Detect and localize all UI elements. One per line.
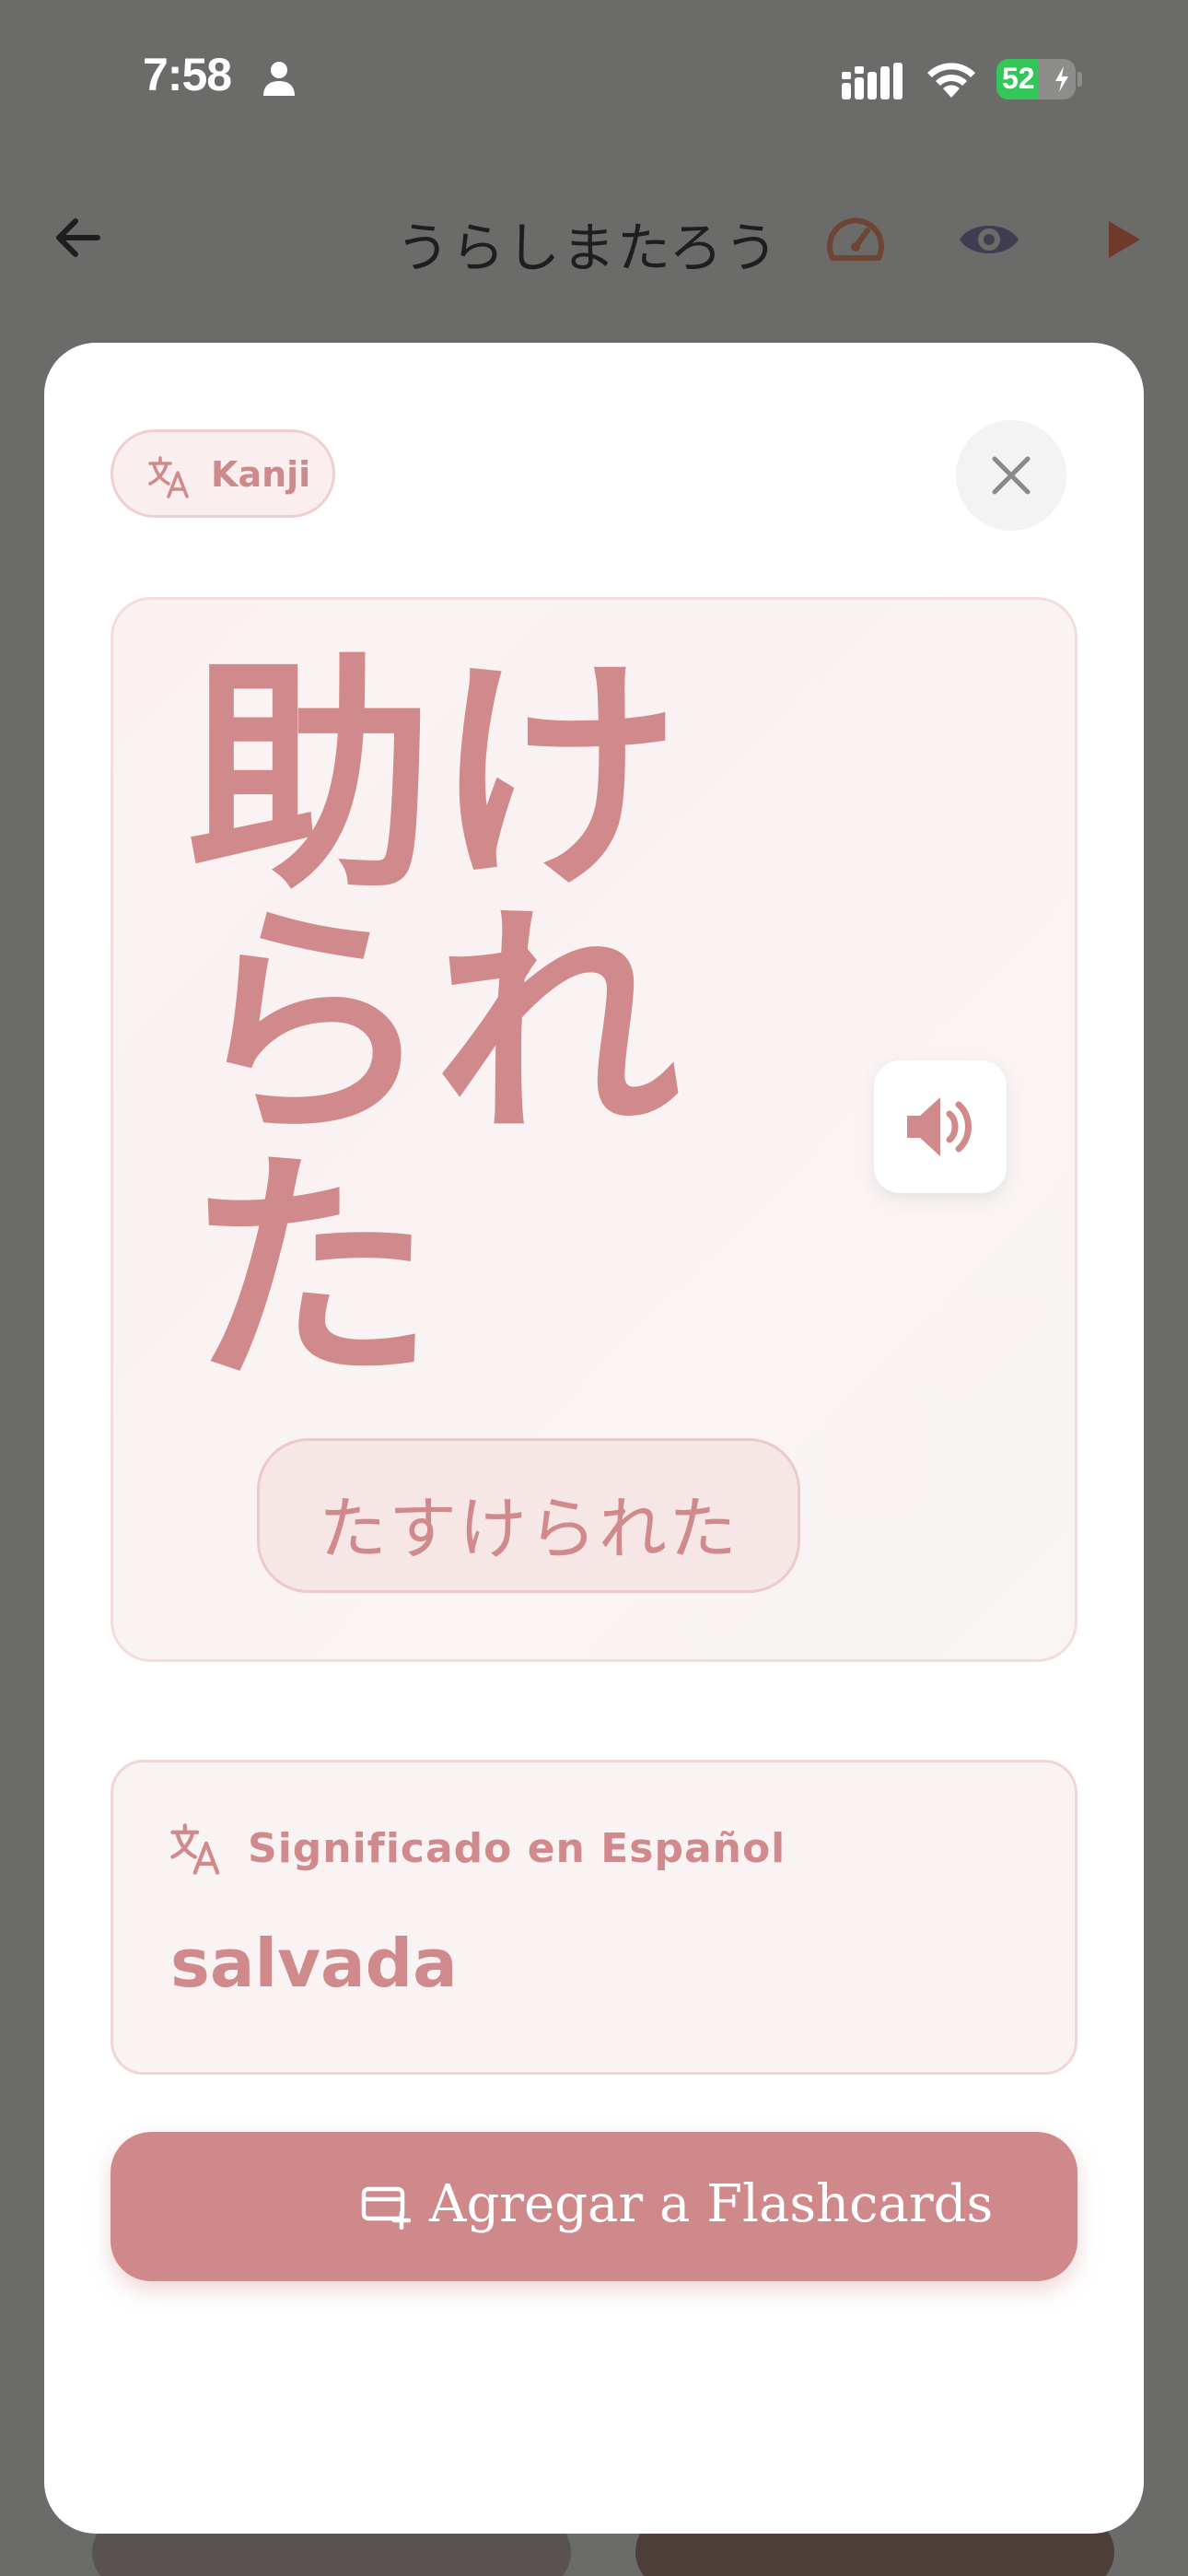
- meaning-value: salvada: [170, 1925, 458, 2002]
- translate-icon: [170, 1823, 220, 1875]
- kanji-badge: Kanji: [111, 429, 335, 518]
- card-plus-icon: [361, 2186, 411, 2230]
- back-arrow-icon[interactable]: [52, 212, 103, 263]
- close-button[interactable]: [956, 420, 1066, 531]
- play-icon[interactable]: [1107, 219, 1142, 260]
- play-audio-button[interactable]: [874, 1060, 1007, 1193]
- battery-level: 52: [1002, 62, 1035, 95]
- story-title: うらしまたろう: [396, 217, 780, 279]
- status-bar: 7:58 52: [0, 0, 1188, 157]
- status-time: 7:58: [143, 49, 232, 100]
- meaning-card: Significado en Español salvada: [111, 1760, 1077, 2075]
- translate-icon: [148, 456, 189, 498]
- word-kanji: 助けられた: [187, 635, 681, 1416]
- word-detail-modal: Kanji 助けられた たすけられた Significado en Españo…: [44, 343, 1144, 2534]
- add-to-flashcards-button[interactable]: Agregar a Flashcards: [111, 2132, 1077, 2281]
- person-icon: [263, 62, 295, 96]
- word-card: 助けられた たすけられた: [111, 597, 1077, 1662]
- badge-label: Kanji: [211, 454, 311, 495]
- reading-text: たすけられた: [319, 1490, 739, 1569]
- speedometer-icon[interactable]: [825, 212, 886, 265]
- wifi-icon: [927, 63, 975, 98]
- cellular-signal-icon: [842, 63, 903, 100]
- reading-chip: たすけられた: [257, 1438, 800, 1593]
- add-to-flashcards-label: Agregar a Flashcards: [429, 2174, 994, 2234]
- charging-bolt-icon: [1055, 66, 1068, 92]
- meaning-label: Significado en Español: [248, 1825, 786, 1872]
- eye-icon[interactable]: [958, 217, 1020, 262]
- close-icon: [992, 456, 1031, 495]
- battery-indicator: 52: [996, 59, 1083, 100]
- speaker-icon: [907, 1097, 972, 1156]
